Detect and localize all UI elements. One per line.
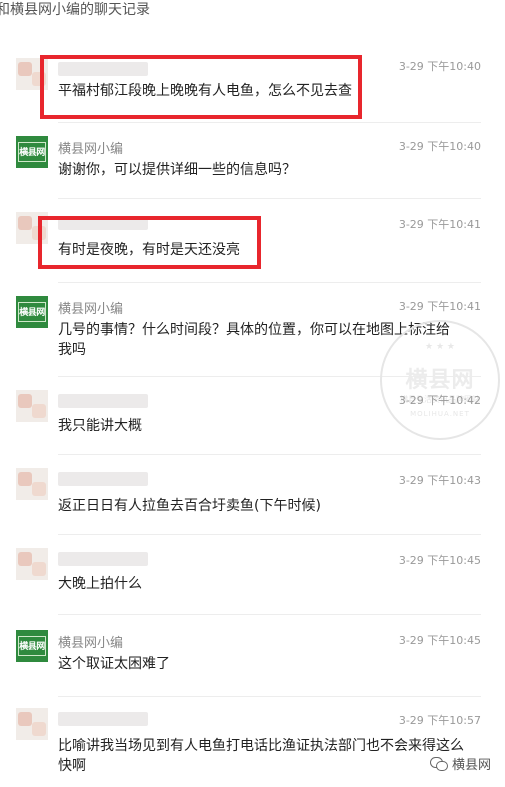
footer-brand: 横县网 [429,754,491,773]
highlight-box [38,216,261,269]
sender-name-blurred [58,552,148,566]
divider [58,122,481,123]
divider [58,198,481,199]
avatar[interactable] [16,548,48,580]
message-time: 3-29 下午10:41 [398,300,481,313]
message-time: 3-29 下午10:43 [398,474,481,487]
avatar-logo-text: 横县网 [19,642,45,652]
message-time: 3-29 下午10:42 [398,394,481,407]
avatar[interactable] [16,390,48,422]
message-text: 返正日日有人拉鱼去百合圩卖鱼(下午时候) [58,498,321,514]
message-time: 3-29 下午10:45 [398,634,481,647]
watermark-main: 横县网 [405,368,475,393]
sender-name-blurred [58,394,148,408]
message-text: 谢谢你，可以提供详细一些的信息吗？ [58,162,296,178]
message-time: 3-29 下午10:40 [398,60,481,73]
avatar[interactable]: 横县网 [16,136,48,168]
chat-history-title: 和横县网小编的聊天记录 [0,2,150,18]
avatar-logo-text: 横县网 [19,308,45,318]
divider [58,696,481,697]
sender-name: 横县网小编 [58,302,124,317]
divider [58,376,481,377]
divider [58,282,481,283]
message-text: 几号的事情？什么时间段？具体的位置，你可以在地图上标注给我吗 [58,322,450,358]
message-time: 3-29 下午10:45 [398,554,481,567]
footer-brand-label: 横县网 [451,758,491,773]
avatar[interactable] [16,468,48,500]
divider [58,534,481,535]
message-text: 比喻讲我当场见到有人电鱼打电话比渔证执法部门也不会来得这么快啊 [58,738,464,774]
message-time: 3-29 下午10:41 [398,218,481,231]
message-text: 这个取证太困难了 [58,656,170,672]
avatar[interactable] [16,708,48,740]
sender-name-blurred [58,472,148,486]
avatar[interactable]: 横县网 [16,630,48,662]
message-time: 3-29 下午10:40 [398,140,481,153]
sender-name-blurred [58,712,148,726]
sender-name: 横县网小编 [58,636,124,651]
avatar-logo-text: 横县网 [19,148,45,158]
message-text: 我只能讲大概 [58,418,142,434]
highlight-box [40,55,362,119]
sender-name: 横县网小编 [58,142,124,157]
divider [58,614,481,615]
message-time: 3-29 下午10:57 [398,714,481,727]
message-text: 大晚上拍什么 [58,576,142,592]
wechat-icon [429,756,448,771]
avatar[interactable]: 横县网 [16,296,48,328]
divider [58,454,481,455]
